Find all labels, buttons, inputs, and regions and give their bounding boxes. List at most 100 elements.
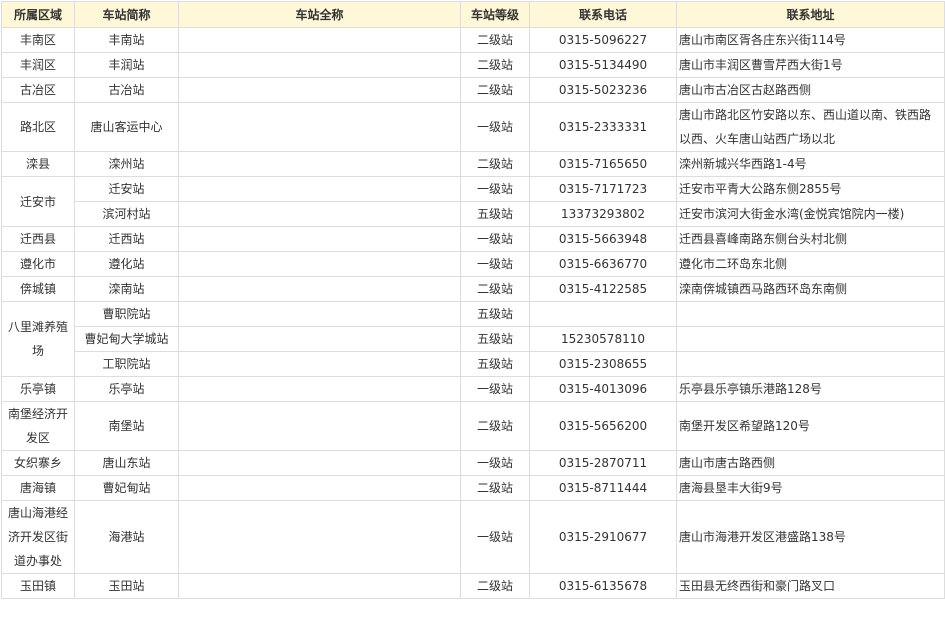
cell-phone: 0315-7165650 bbox=[529, 151, 677, 177]
cell-short-name: 迁西站 bbox=[74, 226, 179, 252]
cell-phone: 0315-2333331 bbox=[529, 102, 677, 152]
header-address: 联系地址 bbox=[676, 1, 945, 28]
cell-full-name bbox=[178, 301, 461, 327]
table-row: 唐海镇 曹妃甸站 二级站 0315-8711444 唐海县垦丰大街9号 bbox=[1, 475, 945, 501]
cell-level: 二级站 bbox=[460, 151, 530, 177]
cell-short-name: 南堡站 bbox=[74, 401, 179, 451]
cell-phone: 0315-8711444 bbox=[529, 475, 677, 501]
table-row: 唐山海港经济开发区街道办事处 海港站 一级站 0315-2910677 唐山市海… bbox=[1, 500, 945, 574]
cell-full-name bbox=[178, 500, 461, 574]
station-table: 所属区域 车站简称 车站全称 车站等级 联系电话 联系地址 丰南区 丰南站 二级… bbox=[1, 1, 945, 599]
table-row: 南堡经济开发区 南堡站 二级站 0315-5656200 南堡开发区希望路120… bbox=[1, 401, 945, 451]
cell-short-name: 丰润站 bbox=[74, 52, 179, 78]
cell-region: 八里滩养殖场 bbox=[1, 301, 75, 377]
header-level: 车站等级 bbox=[460, 1, 530, 28]
cell-full-name bbox=[178, 102, 461, 152]
cell-phone: 0315-4122585 bbox=[529, 276, 677, 302]
cell-level: 二级站 bbox=[460, 77, 530, 103]
cell-full-name bbox=[178, 77, 461, 103]
cell-region: 丰南区 bbox=[1, 27, 75, 53]
cell-short-name: 迁安站 bbox=[74, 176, 179, 202]
cell-short-name: 滦州站 bbox=[74, 151, 179, 177]
cell-level: 一级站 bbox=[460, 102, 530, 152]
cell-address: 唐海县垦丰大街9号 bbox=[676, 475, 945, 501]
cell-full-name bbox=[178, 351, 461, 377]
header-phone: 联系电话 bbox=[529, 1, 677, 28]
cell-full-name bbox=[178, 376, 461, 402]
table-header-row: 所属区域 车站简称 车站全称 车站等级 联系电话 联系地址 bbox=[1, 1, 945, 28]
cell-short-name: 曹妃甸大学城站 bbox=[74, 326, 179, 352]
cell-address: 唐山市唐古路西侧 bbox=[676, 450, 945, 476]
cell-level: 二级站 bbox=[460, 52, 530, 78]
cell-full-name bbox=[178, 201, 461, 227]
cell-address: 迁西县喜峰南路东侧台头村北侧 bbox=[676, 226, 945, 252]
table-row: 乐亭镇 乐亭站 一级站 0315-4013096 乐亭县乐亭镇乐港路128号 bbox=[1, 376, 945, 402]
cell-address: 乐亭县乐亭镇乐港路128号 bbox=[676, 376, 945, 402]
cell-phone: 0315-2870711 bbox=[529, 450, 677, 476]
table-row: 倴城镇 滦南站 二级站 0315-4122585 滦南倴城镇西马路西环岛东南侧 bbox=[1, 276, 945, 302]
cell-region: 唐山海港经济开发区街道办事处 bbox=[1, 500, 75, 574]
cell-short-name: 古冶站 bbox=[74, 77, 179, 103]
cell-address: 唐山市古冶区古赵路西侧 bbox=[676, 77, 945, 103]
cell-phone: 13373293802 bbox=[529, 201, 677, 227]
cell-level: 一级站 bbox=[460, 500, 530, 574]
header-short-name: 车站简称 bbox=[74, 1, 179, 28]
cell-region: 倴城镇 bbox=[1, 276, 75, 302]
cell-phone: 15230578110 bbox=[529, 326, 677, 352]
cell-address: 迁安市滨河大街金水湾(金悦宾馆院内一楼) bbox=[676, 201, 945, 227]
cell-address bbox=[676, 301, 945, 327]
cell-full-name bbox=[178, 573, 461, 599]
cell-full-name bbox=[178, 251, 461, 277]
table-row: 迁西县 迁西站 一级站 0315-5663948 迁西县喜峰南路东侧台头村北侧 bbox=[1, 226, 945, 252]
cell-short-name: 唐山东站 bbox=[74, 450, 179, 476]
cell-full-name bbox=[178, 276, 461, 302]
cell-level: 一级站 bbox=[460, 226, 530, 252]
cell-full-name bbox=[178, 52, 461, 78]
cell-region: 女织寨乡 bbox=[1, 450, 75, 476]
cell-level: 五级站 bbox=[460, 201, 530, 227]
cell-short-name: 工职院站 bbox=[74, 351, 179, 377]
cell-address: 唐山市路北区竹安路以东、西山道以南、铁西路以西、火车唐山站西广场以北 bbox=[676, 102, 945, 152]
cell-phone: 0315-5663948 bbox=[529, 226, 677, 252]
table-row: 丰润区 丰润站 二级站 0315-5134490 唐山市丰润区曹雪芹西大街1号 bbox=[1, 52, 945, 78]
cell-short-name: 曹妃甸站 bbox=[74, 475, 179, 501]
cell-level: 二级站 bbox=[460, 401, 530, 451]
cell-full-name bbox=[178, 176, 461, 202]
cell-region: 滦县 bbox=[1, 151, 75, 177]
cell-region: 古冶区 bbox=[1, 77, 75, 103]
cell-short-name: 海港站 bbox=[74, 500, 179, 574]
cell-phone: 0315-4013096 bbox=[529, 376, 677, 402]
cell-phone: 0315-2910677 bbox=[529, 500, 677, 574]
table-row: 工职院站 五级站 0315-2308655 bbox=[2, 351, 945, 377]
cell-full-name bbox=[178, 27, 461, 53]
cell-level: 一级站 bbox=[460, 251, 530, 277]
table-row: 遵化市 遵化站 一级站 0315-6636770 遵化市二环岛东北侧 bbox=[1, 251, 945, 277]
cell-phone: 0315-2308655 bbox=[529, 351, 677, 377]
cell-short-name: 曹职院站 bbox=[74, 301, 179, 327]
cell-address: 滦南倴城镇西马路西环岛东南侧 bbox=[676, 276, 945, 302]
table-row: 八里滩养殖场 曹职院站 五级站 bbox=[1, 301, 945, 377]
cell-region: 迁安市 bbox=[1, 176, 75, 227]
cell-level: 五级站 bbox=[460, 326, 530, 352]
cell-address: 唐山市海港开发区港盛路138号 bbox=[676, 500, 945, 574]
cell-level: 二级站 bbox=[460, 276, 530, 302]
table-row: 丰南区 丰南站 二级站 0315-5096227 唐山市南区胥各庄东兴街114号 bbox=[1, 27, 945, 53]
cell-level: 一级站 bbox=[460, 450, 530, 476]
header-full-name: 车站全称 bbox=[178, 1, 461, 28]
cell-phone: 0315-7171723 bbox=[529, 176, 677, 202]
cell-phone: 0315-6135678 bbox=[529, 573, 677, 599]
cell-phone: 0315-5096227 bbox=[529, 27, 677, 53]
cell-address: 玉田县无终西街和豪门路叉口 bbox=[676, 573, 945, 599]
cell-level: 二级站 bbox=[460, 573, 530, 599]
cell-region: 乐亭镇 bbox=[1, 376, 75, 402]
cell-short-name: 丰南站 bbox=[74, 27, 179, 53]
table-row: 滨河村站 五级站 13373293802 迁安市滨河大街金水湾(金悦宾馆院内一楼… bbox=[2, 201, 945, 227]
table-row: 玉田镇 玉田站 二级站 0315-6135678 玉田县无终西街和豪门路叉口 bbox=[1, 573, 945, 599]
table-row: 女织寨乡 唐山东站 一级站 0315-2870711 唐山市唐古路西侧 bbox=[1, 450, 945, 476]
cell-short-name: 滦南站 bbox=[74, 276, 179, 302]
cell-level: 二级站 bbox=[460, 475, 530, 501]
cell-phone: 0315-5134490 bbox=[529, 52, 677, 78]
cell-full-name bbox=[178, 475, 461, 501]
cell-short-name: 滨河村站 bbox=[74, 201, 179, 227]
header-region: 所属区域 bbox=[1, 1, 75, 28]
